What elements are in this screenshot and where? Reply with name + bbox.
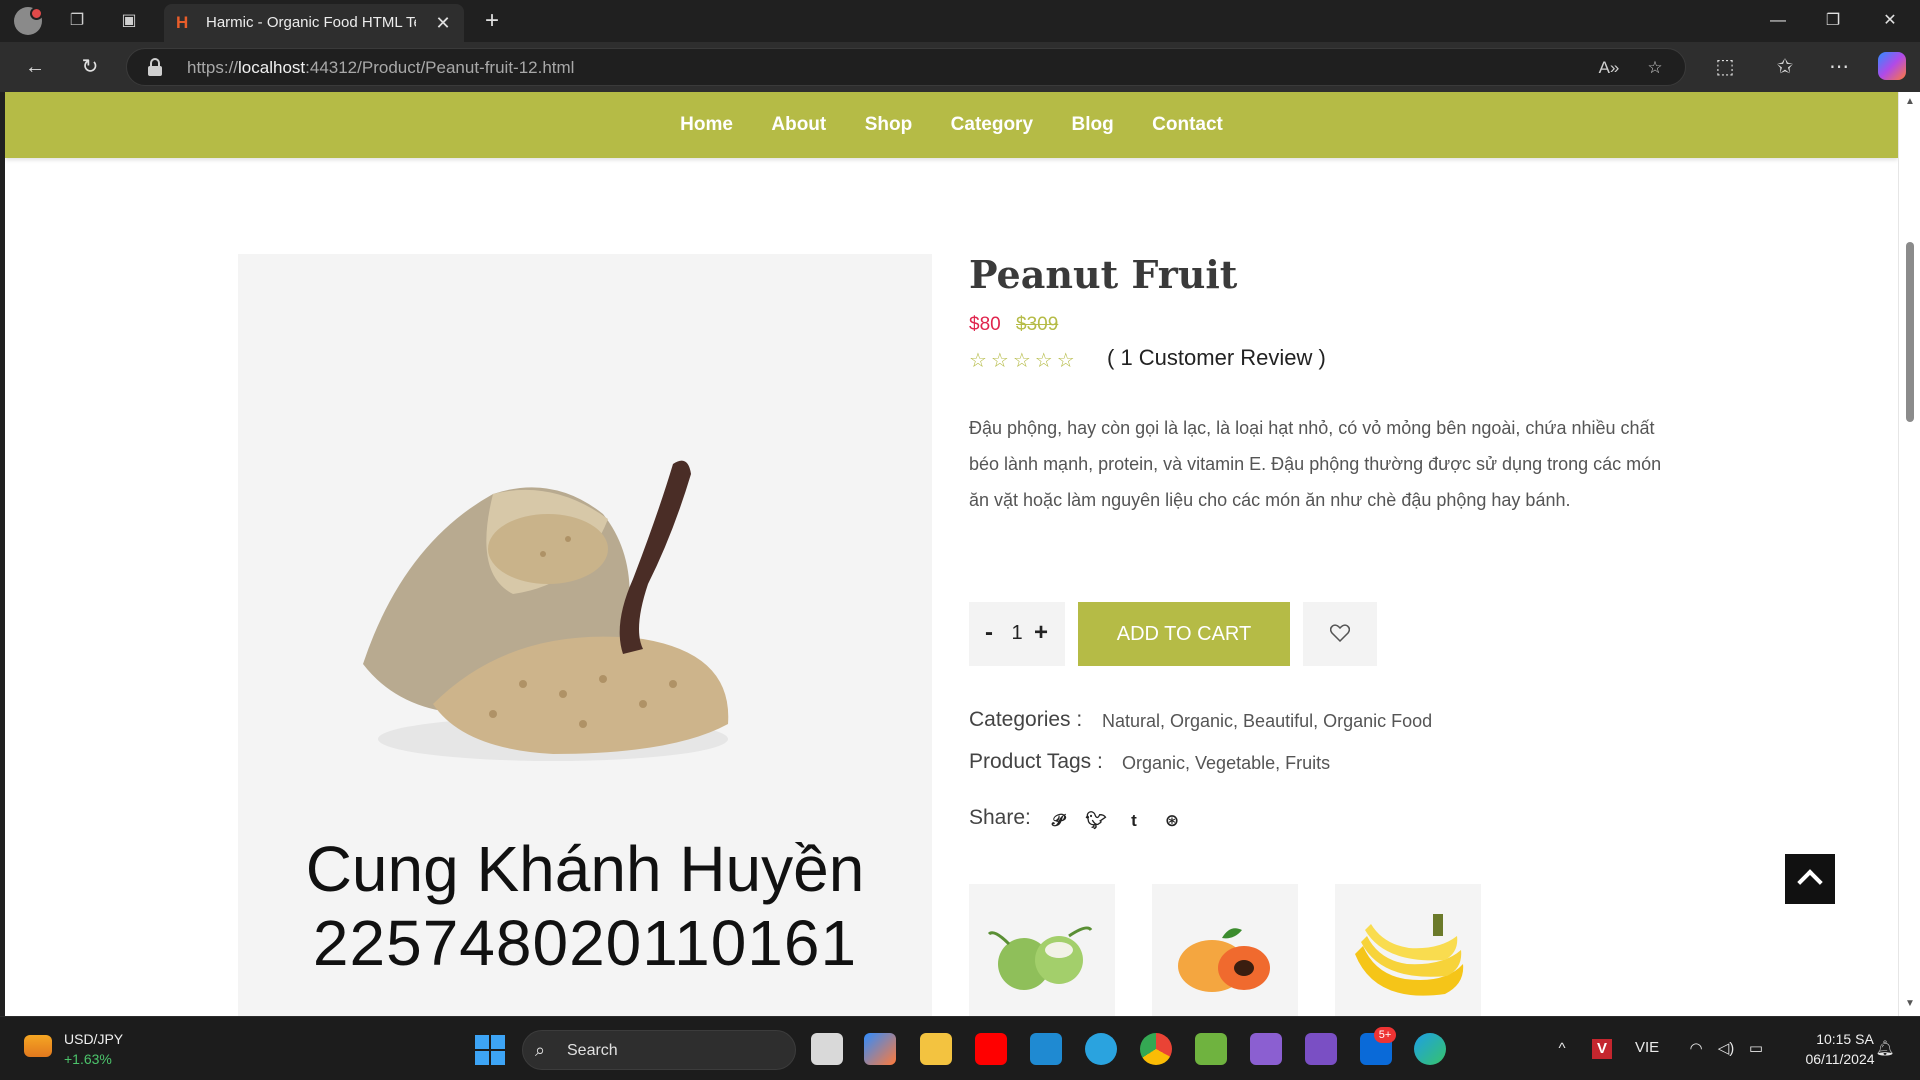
more-menu-icon[interactable]: ⋯: [1826, 54, 1852, 80]
stocks-widget-icon[interactable]: [24, 1035, 52, 1057]
categories-label: Categories :: [969, 708, 1083, 731]
nav-about[interactable]: About: [771, 92, 826, 158]
papaya-image: [1178, 928, 1270, 992]
thumbnail-banana[interactable]: [1335, 884, 1481, 1016]
add-to-cart-button[interactable]: ADD TO CART: [1078, 602, 1290, 666]
windows-taskbar: USD/JPY +1.63% ⌕ Search 5+ ^ V VIE ◠ ◁) …: [0, 1016, 1920, 1080]
image-caption-name: Cung Khánh Huyền: [305, 833, 865, 905]
browser-toolbar: ← ↻ https://localhost:44312/Product/Pean…: [0, 42, 1920, 92]
nav-category[interactable]: Category: [951, 92, 1033, 158]
search-label: Search: [567, 1042, 618, 1059]
read-aloud-icon[interactable]: A»: [1597, 57, 1621, 79]
product-image: Cung Khánh Huyền 2257480201101​61: [238, 254, 932, 1016]
workspaces-icon[interactable]: ❐: [64, 9, 90, 33]
favorite-star-icon[interactable]: ☆: [1643, 57, 1667, 79]
tags-label: Product Tags :: [969, 750, 1103, 773]
coconut-image: [987, 926, 1093, 990]
product-title: Peanut Fruit: [969, 252, 1238, 297]
nav-home[interactable]: Home: [680, 92, 733, 158]
qty-input[interactable]: 1: [1005, 622, 1029, 645]
heart-icon: [1330, 624, 1350, 642]
antivirus-tray-icon[interactable]: V: [1592, 1039, 1612, 1059]
youtube-icon[interactable]: [975, 1033, 1007, 1065]
banana-image: [1355, 914, 1464, 996]
scroll-thumb[interactable]: [1906, 242, 1914, 422]
refresh-icon[interactable]: ↻: [77, 54, 103, 80]
dribbble-icon[interactable]: ⊛: [1161, 810, 1183, 832]
chevron-up-icon[interactable]: ^: [1552, 1039, 1572, 1059]
harmic-favicon-icon: H: [176, 13, 189, 32]
back-arrow-icon[interactable]: ←: [22, 54, 48, 80]
back-to-top-button[interactable]: [1785, 854, 1835, 904]
close-window-button[interactable]: ✕: [1870, 8, 1910, 34]
wifi-icon[interactable]: ◠: [1686, 1039, 1706, 1059]
wishlist-button[interactable]: [1303, 602, 1377, 666]
tab-close-icon[interactable]: ✕: [432, 12, 454, 34]
restore-button[interactable]: ❐: [1813, 8, 1853, 34]
product-price: $80: [969, 314, 1001, 335]
input-language[interactable]: VIE: [1635, 1039, 1659, 1056]
minimize-button[interactable]: —: [1758, 8, 1798, 34]
image-caption-id: 2257480201101​61: [312, 907, 858, 979]
telegram-icon[interactable]: [1085, 1033, 1117, 1065]
page-viewport: Home About Shop Category Blog Contact Cu…: [5, 92, 1898, 1016]
qty-decrease-button[interactable]: -: [979, 620, 999, 646]
file-explorer-icon[interactable]: [920, 1033, 952, 1065]
categories-links[interactable]: Natural, Organic, Beautiful, Organic Foo…: [1102, 711, 1432, 732]
stock-name[interactable]: USD/JPY: [64, 1031, 123, 1047]
pinterest-icon[interactable]: 𝒫: [1047, 810, 1069, 832]
profile-avatar[interactable]: [14, 7, 43, 35]
battery-icon[interactable]: ▭: [1746, 1039, 1766, 1059]
nav-contact[interactable]: Contact: [1152, 92, 1223, 158]
product-old-price: $309: [1016, 314, 1059, 335]
vertical-tabs-icon[interactable]: ▣: [116, 9, 142, 33]
new-tab-button[interactable]: +: [478, 8, 506, 36]
thumbnail-papaya[interactable]: [1152, 884, 1298, 1016]
taskbar-search[interactable]: ⌕ Search: [522, 1030, 796, 1070]
tab-title: Harmic - Organic Food HTML Ten: [206, 14, 416, 31]
zalo-notification-badge: 5+: [1374, 1027, 1396, 1043]
thumbnail-coconut[interactable]: [969, 884, 1115, 1016]
volume-icon[interactable]: ◁): [1716, 1039, 1736, 1059]
url-text[interactable]: https://localhost:44312/Product/Peanut-f…: [187, 58, 574, 78]
favorites-icon[interactable]: ✩: [1772, 54, 1798, 80]
copilot-icon[interactable]: [1878, 52, 1906, 80]
windows-start-icon[interactable]: [475, 1035, 505, 1065]
address-bar[interactable]: https://localhost:44312/Product/Peanut-f…: [126, 48, 1686, 86]
visual-studio-preview-2-icon[interactable]: [1305, 1033, 1337, 1065]
peanut-sack-illustration: [363, 460, 729, 761]
scroll-up-arrow-icon[interactable]: ▲: [1904, 96, 1916, 108]
snipping-tool-icon[interactable]: [1195, 1033, 1227, 1065]
notification-bell-icon[interactable]: 🔔︎: [1875, 1039, 1895, 1059]
page-scrollbar[interactable]: ▲ ▼: [1898, 92, 1920, 1016]
site-navbar: Home About Shop Category Blog Contact: [5, 92, 1898, 158]
product-description: Đậu phộng, hay còn gọi là lạc, là loại h…: [969, 418, 1662, 510]
edge-icon[interactable]: [1414, 1033, 1446, 1065]
chrome-icon[interactable]: [1140, 1033, 1172, 1065]
share-label: Share:: [969, 806, 1031, 829]
quantity-stepper: - 1 +: [969, 602, 1065, 666]
search-icon: ⌕: [535, 1040, 546, 1060]
vscode-icon[interactable]: [1030, 1033, 1062, 1065]
nav-shop[interactable]: Shop: [865, 92, 913, 158]
review-count-link[interactable]: ( 1 Customer Review ): [1107, 345, 1326, 371]
nav-list: Home About Shop Category Blog Contact: [5, 92, 1898, 158]
twitter-icon[interactable]: 🐦︎: [1085, 810, 1107, 832]
qty-increase-button[interactable]: +: [1031, 620, 1051, 646]
rating-stars-icon: ☆☆☆☆☆: [969, 350, 1079, 372]
browser-tab-active[interactable]: H Harmic - Organic Food HTML Ten ✕: [164, 4, 464, 42]
stock-change: +1.63%: [64, 1051, 112, 1067]
browser-titlebar: ❐ ▣ H Harmic - Organic Food HTML Ten ✕ +…: [0, 0, 1920, 42]
task-view-icon[interactable]: [811, 1033, 843, 1065]
scroll-down-arrow-icon[interactable]: ▼: [1904, 998, 1916, 1010]
tumblr-icon[interactable]: t: [1123, 810, 1145, 832]
extensions-icon[interactable]: ⬚: [1712, 54, 1738, 80]
tags-links[interactable]: Organic, Vegetable, Fruits: [1122, 753, 1330, 774]
visual-studio-preview-icon[interactable]: [1250, 1033, 1282, 1065]
lock-icon[interactable]: [147, 58, 163, 76]
copilot-taskbar-icon[interactable]: [864, 1033, 896, 1065]
nav-blog[interactable]: Blog: [1071, 92, 1113, 158]
